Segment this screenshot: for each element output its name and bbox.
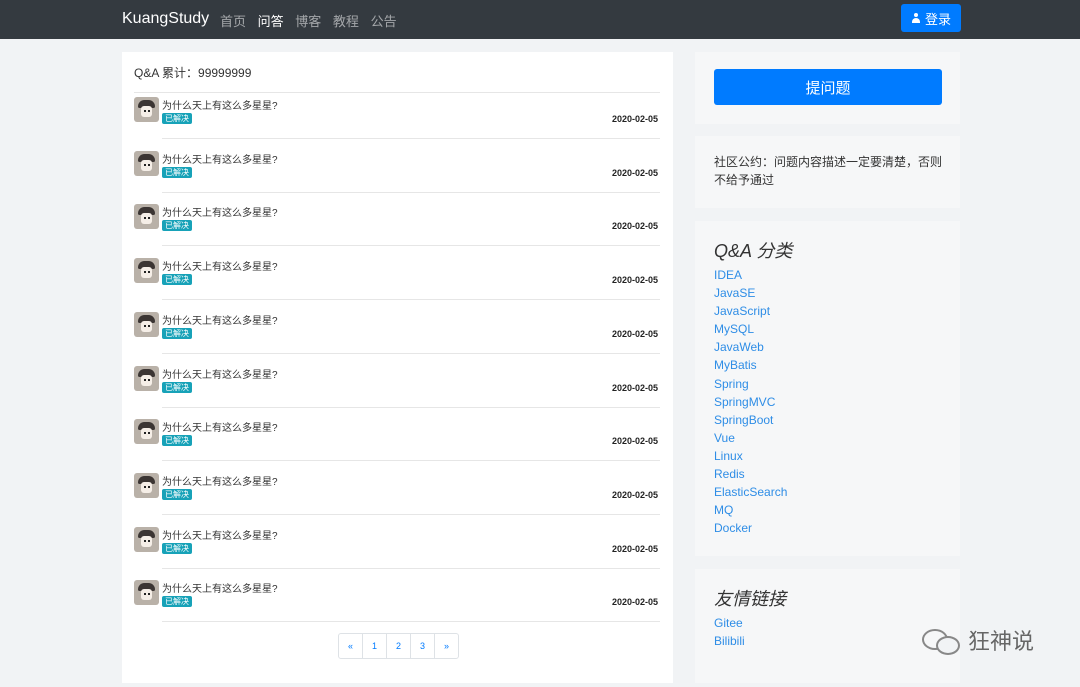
category-link[interactable]: JavaSE bbox=[714, 284, 787, 302]
category-link[interactable]: Spring bbox=[714, 375, 787, 393]
top-navbar: KuangStudy 首页 问答 博客 教程 公告 登录 bbox=[0, 0, 1080, 39]
brand-logo[interactable]: KuangStudy bbox=[122, 10, 209, 28]
links-title: 友情链接 bbox=[714, 589, 786, 609]
category-link[interactable]: Linux bbox=[714, 447, 787, 465]
status-badge: 已解决 bbox=[162, 488, 192, 500]
nav-blog[interactable]: 博客 bbox=[295, 14, 321, 29]
links-panel: 友情链接 Gitee Bilibili bbox=[695, 569, 960, 683]
question-title[interactable]: 为什么天上有这么多星星? bbox=[162, 204, 278, 219]
category-link[interactable]: Redis bbox=[714, 465, 787, 483]
question-date: 2020-02-05 bbox=[611, 328, 658, 339]
user-avatar[interactable] bbox=[134, 580, 159, 606]
status-badge: 已解决 bbox=[162, 435, 192, 447]
nav-announcement[interactable]: 公告 bbox=[371, 14, 397, 29]
question-title[interactable]: 为什么天上有这么多星星? bbox=[162, 366, 278, 381]
user-avatar[interactable] bbox=[134, 311, 159, 337]
status-badge: 已解决 bbox=[162, 381, 192, 393]
question-item[interactable]: 为什么天上有这么多星星? 已解决 2020-02-05 bbox=[134, 354, 660, 408]
pagination: « 1 2 3 » bbox=[338, 633, 459, 659]
question-item[interactable]: 为什么天上有这么多星星? 已解决 2020-02-05 bbox=[134, 192, 660, 247]
category-link[interactable]: ElasticSearch bbox=[714, 483, 787, 501]
status-badge: 已解决 bbox=[162, 166, 192, 178]
community-notice: 社区公约：问题内容描述一定要清楚，否则不给予通过 bbox=[714, 155, 943, 187]
question-title[interactable]: 为什么天上有这么多星星? bbox=[162, 473, 278, 488]
user-avatar[interactable] bbox=[134, 97, 159, 122]
page-prev[interactable]: « bbox=[339, 634, 362, 658]
user-avatar[interactable] bbox=[134, 150, 159, 176]
user-icon bbox=[911, 13, 921, 23]
category-list: IDEA JavaSE JavaScript MySQL JavaWeb MyBatis S… bbox=[714, 266, 787, 537]
divider bbox=[162, 621, 660, 623]
question-title[interactable]: 为什么天上有这么多星星? bbox=[162, 151, 278, 166]
question-title[interactable]: 为什么天上有这么多星星? bbox=[162, 419, 278, 434]
question-date: 2020-02-05 bbox=[611, 275, 658, 286]
question-date: 2020-02-05 bbox=[611, 221, 658, 232]
question-item[interactable]: 为什么天上有这么多星星? 已解决 2020-02-05 bbox=[134, 515, 660, 569]
question-date: 2020-02-05 bbox=[611, 382, 658, 393]
user-avatar[interactable] bbox=[134, 419, 159, 445]
question-item[interactable]: 为什么天上有这么多星星? 已解决 2020-02-05 bbox=[134, 568, 660, 623]
question-title[interactable]: 为什么天上有这么多星星? bbox=[162, 97, 278, 112]
status-badge: 已解决 bbox=[162, 542, 192, 554]
question-date: 2020-02-05 bbox=[611, 489, 658, 500]
category-link[interactable]: MySQL bbox=[714, 320, 787, 338]
friend-link[interactable]: Gitee bbox=[714, 614, 745, 632]
question-date: 2020-02-05 bbox=[611, 114, 658, 124]
ask-question-button[interactable]: 提问题 bbox=[714, 69, 942, 105]
page-next[interactable]: » bbox=[434, 634, 458, 658]
question-date: 2020-02-05 bbox=[611, 543, 658, 554]
question-title[interactable]: 为什么天上有这么多星星? bbox=[162, 312, 278, 327]
category-link[interactable]: Vue bbox=[714, 429, 787, 447]
watermark: 狂神说 bbox=[922, 624, 1034, 656]
category-link[interactable]: SpringMVC bbox=[714, 393, 787, 411]
question-item[interactable]: 为什么天上有这么多星星? 已解决 2020-02-05 bbox=[134, 246, 660, 301]
category-link[interactable]: MQ bbox=[714, 501, 787, 519]
question-item[interactable]: 为什么天上有这么多星星? 已解决 2020-02-05 bbox=[134, 85, 660, 139]
question-date: 2020-02-05 bbox=[611, 167, 658, 178]
status-badge: 已解决 bbox=[162, 596, 192, 608]
category-panel: Q&A 分类 IDEA JavaSE JavaScript MySQL JavaWeb M… bbox=[695, 221, 960, 556]
user-avatar[interactable] bbox=[134, 472, 159, 498]
category-link[interactable]: IDEA bbox=[714, 266, 787, 284]
status-badge: 已解决 bbox=[162, 327, 192, 339]
login-button[interactable]: 登录 bbox=[901, 4, 961, 32]
user-avatar[interactable] bbox=[134, 204, 159, 230]
nav-qa[interactable]: 问答 bbox=[258, 14, 284, 29]
status-badge: 已解决 bbox=[162, 220, 192, 232]
friend-links-list: Gitee Bilibili bbox=[714, 614, 745, 650]
category-link[interactable]: MyBatis bbox=[714, 356, 787, 374]
nav-menu: 首页 问答 博客 教程 公告 bbox=[220, 11, 405, 30]
page-2[interactable]: 2 bbox=[386, 634, 410, 658]
category-link[interactable]: JavaScript bbox=[714, 302, 787, 320]
category-link[interactable]: Docker bbox=[714, 519, 787, 537]
question-item[interactable]: 为什么天上有这么多星星? 已解决 2020-02-05 bbox=[134, 461, 660, 515]
nav-tutorial[interactable]: 教程 bbox=[333, 14, 359, 29]
user-avatar[interactable] bbox=[134, 365, 159, 391]
qa-list-card: Q&A 累计：99999999 为什么天上有这么多星星? 已解决 2020-02-0… bbox=[122, 52, 673, 683]
category-link[interactable]: JavaWeb bbox=[714, 338, 787, 356]
question-date: 2020-02-05 bbox=[611, 597, 658, 608]
question-title[interactable]: 为什么天上有这么多星星? bbox=[162, 580, 278, 595]
watermark-text: 狂神说 bbox=[968, 630, 1035, 655]
wechat-icon bbox=[922, 626, 962, 655]
status-badge: 已解决 bbox=[162, 113, 192, 124]
question-item[interactable]: 为什么天上有这么多星星? 已解决 2020-02-05 bbox=[134, 407, 660, 462]
question-item[interactable]: 为什么天上有这么多星星? 已解决 2020-02-05 bbox=[134, 139, 660, 193]
status-badge: 已解决 bbox=[162, 274, 192, 286]
question-title[interactable]: 为什么天上有这么多星星? bbox=[162, 527, 278, 542]
ask-panel: 提问题 bbox=[695, 52, 960, 124]
question-date: 2020-02-05 bbox=[611, 436, 658, 447]
user-avatar[interactable] bbox=[134, 526, 159, 552]
page-3[interactable]: 3 bbox=[410, 634, 434, 658]
category-link[interactable]: SpringBoot bbox=[714, 411, 787, 429]
friend-link[interactable]: Bilibili bbox=[714, 632, 745, 650]
page-1[interactable]: 1 bbox=[362, 634, 386, 658]
login-label: 登录 bbox=[924, 11, 951, 27]
category-title: Q&A 分类 bbox=[714, 241, 793, 261]
question-item[interactable]: 为什么天上有这么多星星? 已解决 2020-02-05 bbox=[134, 300, 660, 354]
notice-panel: 社区公约：问题内容描述一定要清楚，否则不给予通过 bbox=[695, 136, 960, 208]
question-title[interactable]: 为什么天上有这么多星星? bbox=[162, 258, 278, 273]
nav-home[interactable]: 首页 bbox=[220, 14, 246, 29]
user-avatar[interactable] bbox=[134, 258, 159, 284]
